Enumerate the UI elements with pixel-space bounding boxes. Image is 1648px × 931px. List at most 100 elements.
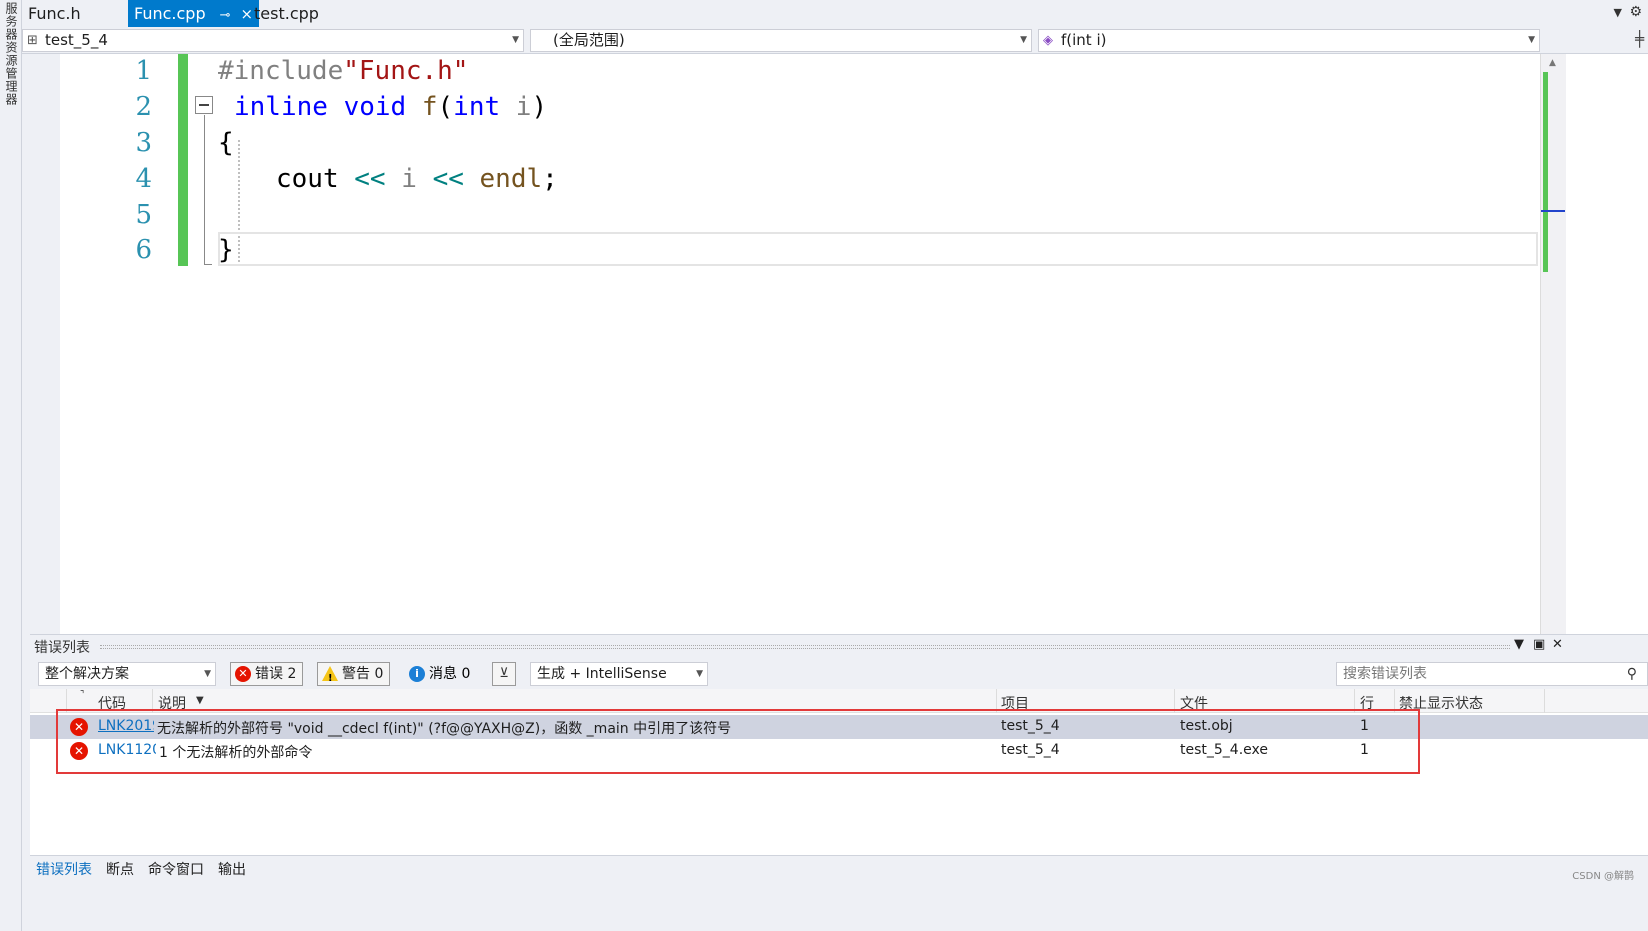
keyword: void — [343, 92, 407, 122]
line-number: 3 — [135, 128, 152, 158]
sort-descending-icon[interactable]: ▼ — [196, 695, 204, 706]
messages-toggle-button[interactable]: i 消息 0 — [404, 662, 477, 686]
scope-name: (全局范围) — [553, 31, 625, 49]
identifier: cout — [276, 164, 339, 194]
tab-test-cpp[interactable]: test.cpp — [248, 0, 325, 27]
line-number: 6 — [135, 235, 152, 265]
paren: ( — [437, 92, 454, 122]
server-explorer-label[interactable]: 服务器资源管理器 — [2, 2, 20, 106]
error-icon: ✕ — [235, 666, 251, 682]
identifier: endl — [479, 164, 543, 194]
chevron-down-icon: ▼ — [696, 669, 703, 679]
project-name: test_5_4 — [45, 31, 108, 49]
chevron-down-icon: ▼ — [204, 669, 211, 679]
paren: ) — [531, 92, 548, 122]
brace: } — [218, 235, 234, 265]
panel-title: 错误列表 — [34, 640, 90, 656]
include-string: "Func.h" — [343, 56, 469, 86]
bottom-tool-tabs: 错误列表 断点 命令窗口 输出 — [30, 855, 1648, 881]
tab-func-h[interactable]: Func.h — [22, 0, 87, 27]
scroll-up-icon[interactable]: ▲ — [1549, 58, 1556, 68]
current-line-highlight — [218, 232, 1538, 266]
editor-left-margin — [22, 54, 60, 634]
scrollbar-change-marker — [1543, 72, 1548, 272]
keyword: inline — [234, 92, 328, 122]
code-line-6: } — [218, 235, 234, 265]
tab-breakpoints[interactable]: 断点 — [106, 859, 134, 879]
outline-guide — [204, 115, 205, 265]
line-number: 4 — [135, 164, 152, 194]
column-separator[interactable] — [1544, 689, 1545, 713]
preprocessor-directive: #include — [218, 56, 344, 86]
code-editor[interactable]: 1 2 3 4 5 6 #include"Func.h" inline void… — [22, 54, 1648, 634]
editor-vertical-scrollbar[interactable]: ▲ — [1540, 54, 1566, 634]
filter-icon[interactable]: ⊻ — [492, 662, 516, 686]
annotation-highlight-box — [56, 709, 1420, 774]
pin-icon[interactable]: ⊸ — [220, 2, 231, 29]
messages-count-label: 消息 0 — [429, 666, 471, 682]
operator: << — [432, 164, 464, 194]
chevron-down-icon: ▼ — [1528, 35, 1535, 45]
error-list-panel: 错误列表 ▼ ▣ ✕ 整个解决方案 ▼ ✕ 错误 2 ! 警告 0 i 消息 0… — [30, 634, 1648, 931]
document-tab-bar: Func.h Func.cpp ⊸ × test.cpp ▼ ⚙ — [22, 0, 1648, 27]
maximize-icon[interactable]: ▣ — [1533, 637, 1545, 652]
error-list-toolbar: 整个解决方案 ▼ ✕ 错误 2 ! 警告 0 i 消息 0 ⊻ 生成 + Int… — [30, 659, 1648, 689]
method-icon: ◈ — [1043, 33, 1053, 48]
search-placeholder: 搜索错误列表 — [1343, 666, 1427, 682]
warnings-toggle-button[interactable]: ! 警告 0 — [317, 662, 391, 686]
code-line-4: cout << i << endl; — [276, 164, 558, 194]
info-icon: i — [409, 666, 425, 682]
parameter: i — [401, 164, 417, 194]
navigation-bar: ⊞ test_5_4 ▼ (全局范围) ▼ ◈ f(int i) ▼ ╪ — [22, 27, 1648, 54]
code-line-1: #include"Func.h" — [218, 56, 468, 86]
scrollbar-caret-marker — [1541, 210, 1565, 212]
scope-dropdown[interactable]: (全局范围) ▼ — [530, 29, 1032, 52]
tab-func-cpp[interactable]: Func.cpp ⊸ × — [128, 0, 260, 29]
operator: << — [354, 164, 386, 194]
panel-title-grip[interactable] — [100, 645, 1510, 649]
tab-command-window[interactable]: 命令窗口 — [148, 859, 204, 879]
sort-corner-icon[interactable]: ⌝ — [80, 690, 84, 700]
scope-filter-value: 整个解决方案 — [45, 666, 129, 682]
watermark: CSDN @解鹊 — [1572, 871, 1634, 882]
code-line-3: { — [218, 128, 234, 158]
member-dropdown[interactable]: ◈ f(int i) ▼ — [1038, 29, 1540, 52]
close-icon[interactable]: ✕ — [1552, 637, 1563, 652]
outline-guide-end — [204, 264, 212, 265]
search-icon[interactable]: ⚲ — [1627, 663, 1637, 685]
tab-output[interactable]: 输出 — [218, 859, 246, 879]
tab-error-list[interactable]: 错误列表 — [36, 859, 92, 879]
split-window-icon[interactable]: ╪ — [1635, 30, 1644, 48]
line-number: 5 — [135, 200, 152, 230]
tab-label: Func.h — [28, 4, 81, 23]
errors-toggle-button[interactable]: ✕ 错误 2 — [230, 662, 304, 686]
code-line-2: inline void f(int i) — [234, 92, 547, 122]
brace: { — [218, 128, 234, 158]
scope-filter-dropdown[interactable]: 整个解决方案 ▼ — [38, 662, 216, 686]
chevron-down-icon: ▼ — [1020, 35, 1027, 45]
source-filter-dropdown[interactable]: 生成 + IntelliSense ▼ — [530, 662, 708, 686]
server-explorer-strip[interactable]: 服务器资源管理器 — [0, 0, 22, 931]
line-number: 1 — [135, 56, 152, 86]
line-number: 2 — [135, 92, 152, 122]
panel-options-icon[interactable]: ▼ — [1514, 637, 1524, 652]
source-filter-value: 生成 + IntelliSense — [537, 666, 667, 682]
errors-count-label: 错误 2 — [255, 666, 297, 682]
collapse-toggle-icon[interactable] — [195, 96, 213, 114]
warning-mark: ! — [328, 673, 333, 684]
keyword: int — [453, 92, 501, 122]
warnings-count-label: 警告 0 — [342, 666, 384, 682]
chevron-down-icon: ▼ — [512, 35, 519, 45]
project-dropdown[interactable]: ⊞ test_5_4 ▼ — [22, 29, 524, 52]
search-input[interactable]: 搜索错误列表 ⚲ — [1336, 662, 1648, 686]
function-name: f — [421, 92, 438, 122]
member-name: f(int i) — [1061, 31, 1107, 49]
gear-icon[interactable]: ⚙ — [1629, 4, 1642, 20]
parameter: i — [515, 92, 532, 122]
tab-label: test.cpp — [254, 4, 319, 23]
tab-list-dropdown-icon[interactable]: ▼ — [1614, 6, 1622, 19]
semicolon: ; — [542, 164, 558, 194]
project-icon: ⊞ — [27, 33, 38, 48]
change-tracking-bar — [178, 54, 188, 266]
tab-label: Func.cpp — [134, 4, 206, 23]
